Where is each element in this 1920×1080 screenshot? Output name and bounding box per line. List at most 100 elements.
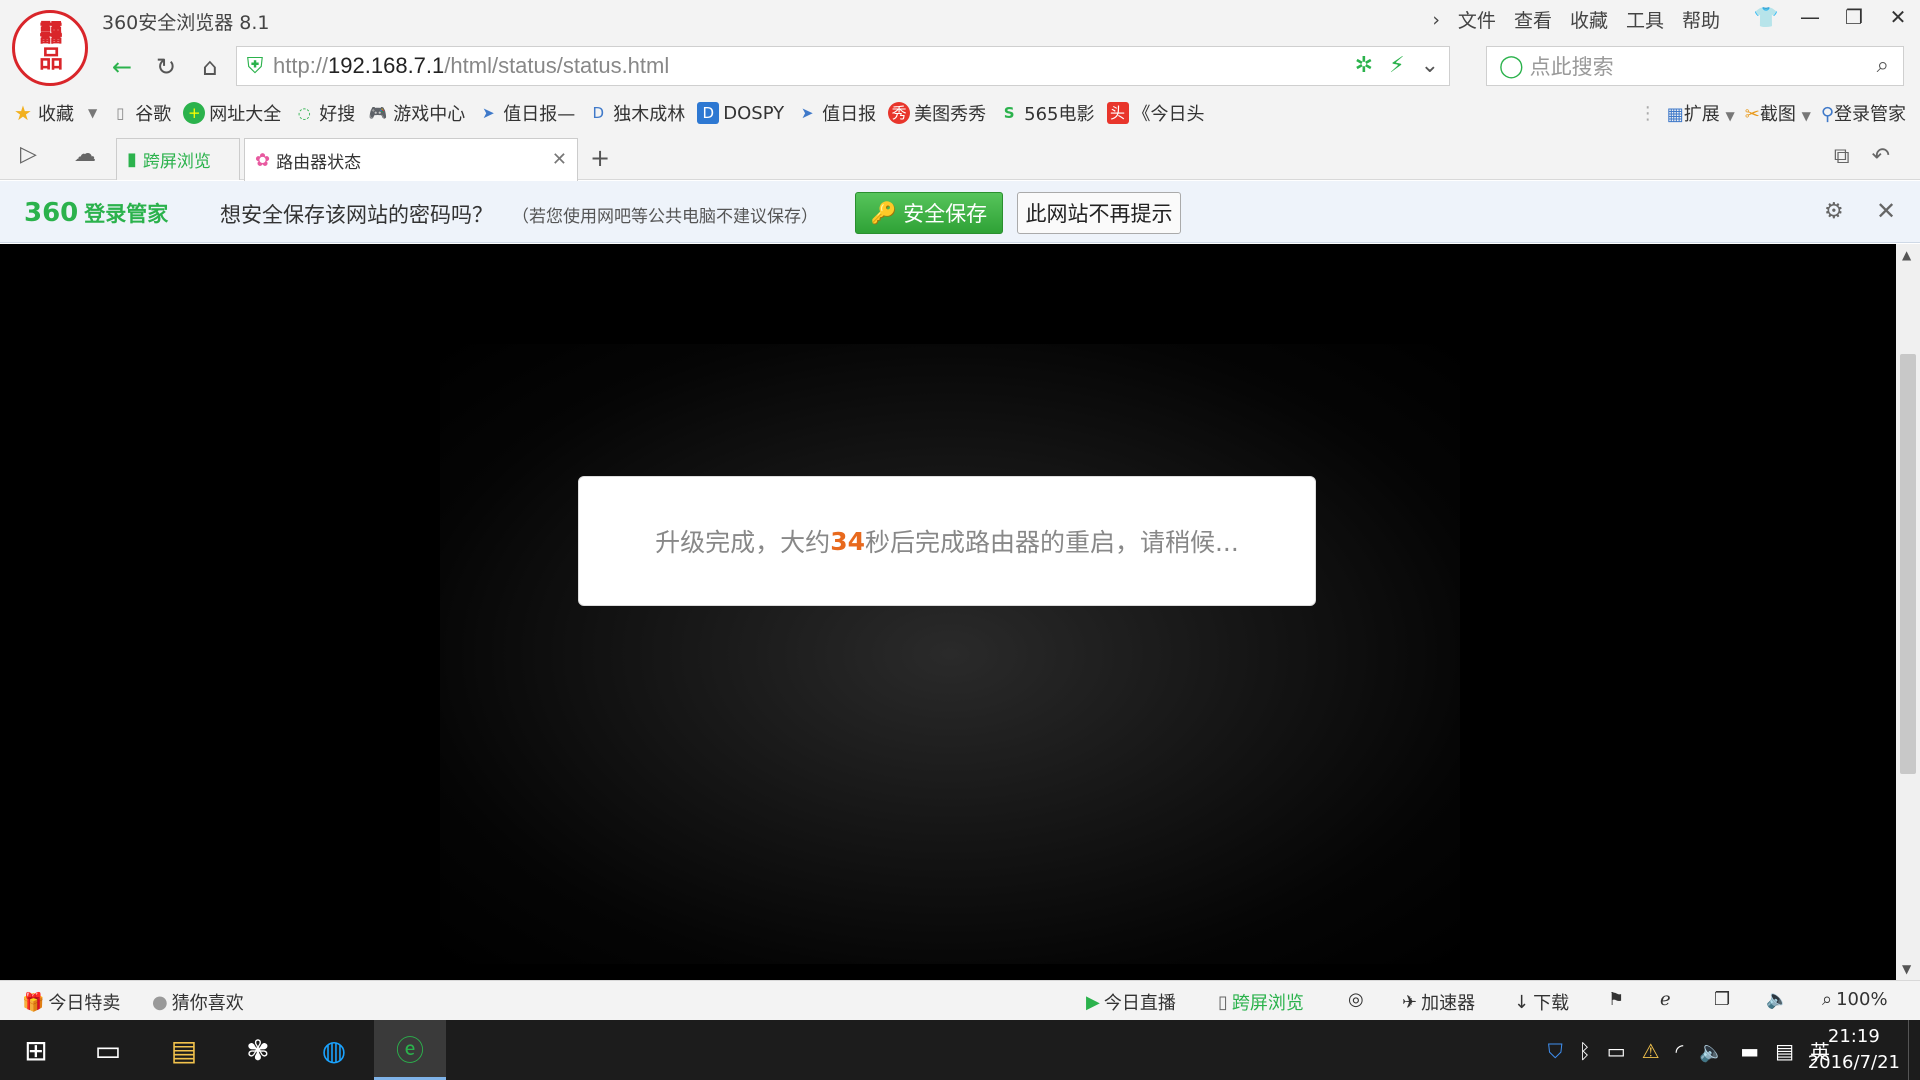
sidebar-toggle-icon[interactable]: ▷ xyxy=(20,142,37,167)
extensions-button[interactable]: ▦扩展 ▼ xyxy=(1667,100,1735,126)
zoom-control[interactable]: ⌕100% xyxy=(1822,989,1888,1010)
today-deals-button[interactable]: 🎁今日特卖 xyxy=(22,989,120,1015)
search-input[interactable]: ◯ 点此搜索 ⌕ xyxy=(1486,46,1904,86)
lightning-icon[interactable]: ⚡ xyxy=(1389,53,1404,78)
battery-icon[interactable]: ▭ xyxy=(1607,1039,1626,1063)
search-icon[interactable]: ⌕ xyxy=(1877,53,1889,78)
bookmark-565[interactable]: S565电影 xyxy=(998,100,1094,126)
close-window-button[interactable]: ✕ xyxy=(1876,0,1920,34)
accelerate-icon[interactable]: ◎ xyxy=(1348,989,1364,1010)
minimize-button[interactable]: — xyxy=(1788,0,1832,34)
restore-button[interactable]: ❐ xyxy=(1832,0,1876,34)
accelerator-button[interactable]: ✈加速器 xyxy=(1402,989,1475,1015)
bookmark-zhirib-2[interactable]: ➤值日报 xyxy=(796,100,876,126)
show-desktop-button[interactable] xyxy=(1908,1020,1914,1080)
background-glow xyxy=(440,344,1460,964)
undo-close-icon[interactable]: ↶ xyxy=(1872,144,1890,169)
login-manager-button[interactable]: ⚲登录管家 xyxy=(1821,100,1906,126)
meitu-icon: 秀 xyxy=(888,102,910,124)
wifi-icon[interactable]: ◜ xyxy=(1676,1039,1684,1063)
tab-router-status[interactable]: ✿ 路由器状态 ✕ xyxy=(244,138,578,181)
flag-icon[interactable]: ⚑ xyxy=(1608,989,1624,1010)
recommend-button[interactable]: ●猜你喜欢 xyxy=(152,989,244,1015)
screenshot-button[interactable]: ✂截图 ▼ xyxy=(1745,100,1811,126)
bookmark-hao360[interactable]: +网址大全 xyxy=(183,100,281,126)
safe-save-button[interactable]: 🔑安全保存 xyxy=(855,192,1003,234)
window-icon[interactable]: ❐ xyxy=(1714,989,1730,1010)
close-tab-icon[interactable]: ✕ xyxy=(552,149,567,170)
bookmark-games[interactable]: 🎮游戏中心 xyxy=(367,100,465,126)
back-arrow-icon[interactable]: ← xyxy=(104,50,140,84)
never-prompt-button[interactable]: 此网站不再提示 xyxy=(1017,192,1181,234)
speed-mode-icon[interactable]: ✲ xyxy=(1355,53,1373,78)
download-icon: ↓ xyxy=(1514,992,1529,1013)
search-placeholder: 点此搜索 xyxy=(1530,51,1614,81)
scroll-thumb[interactable] xyxy=(1900,354,1916,774)
grid-icon: ▦ xyxy=(1667,104,1684,125)
bookmark-favorites[interactable]: ★收藏▼ xyxy=(12,100,97,126)
gamepad-icon: 🎮 xyxy=(367,102,389,124)
rocket-icon: ✈ xyxy=(1402,992,1417,1013)
plus-circle-icon: + xyxy=(183,102,205,124)
home-icon[interactable]: ⌂ xyxy=(192,50,228,84)
windows-start-icon[interactable]: ⊞ xyxy=(0,1020,72,1080)
cloud-icon[interactable]: ☁ xyxy=(74,142,96,167)
tab-cross-screen[interactable]: ▮ 跨屏浏览 xyxy=(116,138,240,180)
vertical-scrollbar[interactable]: ▲ ▼ xyxy=(1896,244,1920,980)
menu-file[interactable]: 文件 xyxy=(1458,6,1496,33)
gear-icon[interactable]: ⚙ xyxy=(1824,199,1844,224)
toutiao-icon: 头 xyxy=(1107,102,1129,124)
os-taskbar: ⊞ ▭ ▤ ✾ ◍ ⓔ ⛉ ᛒ ▭ ⚠ ◜ 🔈 ▬ ▤ 英 21:19 2016… xyxy=(0,1020,1920,1080)
url-input[interactable]: ⛨ http://192.168.7.1/html/status/status.… xyxy=(236,46,1450,86)
browser-logo[interactable]: 䨻品 xyxy=(12,10,88,86)
bookmark-zhirib-1[interactable]: ➤值日报— xyxy=(477,100,575,126)
notification-icon[interactable]: ▤ xyxy=(1775,1039,1794,1063)
file-explorer-icon[interactable]: ▤ xyxy=(148,1020,220,1080)
qq-browser-icon[interactable]: ◍ xyxy=(298,1020,370,1080)
password-question: 想安全保存该网站的密码吗？ xyxy=(220,199,493,229)
download-button[interactable]: ↓下载 xyxy=(1514,989,1569,1015)
new-tab-icon[interactable]: + xyxy=(590,144,610,172)
menu-view[interactable]: 查看 xyxy=(1514,6,1552,33)
monitor-icon[interactable]: ▬ xyxy=(1740,1039,1759,1063)
chevron-down-icon[interactable]: ▼ xyxy=(88,106,97,120)
menu-tools[interactable]: 工具 xyxy=(1626,6,1664,33)
scroll-up-icon[interactable]: ▲ xyxy=(1902,248,1911,262)
bookmark-dumu[interactable]: D独木成林 xyxy=(587,100,685,126)
ie-icon[interactable]: ℯ xyxy=(1660,989,1671,1010)
clock[interactable]: 21:19 2016/7/21 xyxy=(1808,1024,1900,1076)
clock-date: 2016/7/21 xyxy=(1808,1050,1900,1076)
restore-tabs-icon[interactable]: ⧉ xyxy=(1834,144,1850,169)
bookmark-toutiao[interactable]: 头《今日头 xyxy=(1107,100,1205,126)
task-view-icon[interactable]: ▭ xyxy=(72,1020,144,1080)
seal-logo-icon: 䨻品 xyxy=(22,20,78,76)
speaker-icon[interactable]: 🔈 xyxy=(1699,1039,1724,1063)
menu-help[interactable]: 帮助 xyxy=(1682,6,1720,33)
phone-icon: ▮ xyxy=(127,149,137,170)
app-fan-icon[interactable]: ✾ xyxy=(222,1020,294,1080)
chevron-down-icon: ▼ xyxy=(1726,109,1735,123)
key-search-icon: ⚲ xyxy=(1821,104,1834,125)
dropdown-icon[interactable]: ⌄ xyxy=(1421,53,1439,78)
page-content: 升级完成，大约34秒后完成路由器的重启，请稍候... xyxy=(0,244,1896,980)
warning-icon[interactable]: ⚠ xyxy=(1642,1039,1660,1063)
live-today-button[interactable]: ▶今日直播 xyxy=(1086,989,1176,1015)
bookmark-meitu[interactable]: 秀美图秀秀 xyxy=(888,100,986,126)
scissors-icon: ✂ xyxy=(1745,104,1760,125)
cross-screen-button[interactable]: ▯跨屏浏览 xyxy=(1218,989,1304,1015)
close-icon[interactable]: ✕ xyxy=(1876,197,1896,225)
clock-time: 21:19 xyxy=(1808,1024,1900,1050)
360-browser-taskbar-icon[interactable]: ⓔ xyxy=(374,1020,446,1080)
bluetooth-icon[interactable]: ᛒ xyxy=(1579,1039,1591,1063)
menu-favorites[interactable]: 收藏 xyxy=(1570,6,1608,33)
chevron-right-icon[interactable]: › xyxy=(1432,9,1440,31)
bookmark-google[interactable]: ▯谷歌 xyxy=(109,100,171,126)
dot-icon: ● xyxy=(152,992,168,1013)
scroll-down-icon[interactable]: ▼ xyxy=(1902,962,1911,976)
refresh-icon[interactable]: ↻ xyxy=(148,50,184,84)
skin-icon[interactable]: 👕 xyxy=(1744,0,1788,34)
shield-tray-icon[interactable]: ⛉ xyxy=(1548,1039,1563,1063)
bookmark-haosou[interactable]: ◌好搜 xyxy=(293,100,355,126)
volume-icon[interactable]: 🔈 xyxy=(1766,989,1788,1010)
bookmark-dospy[interactable]: DDOSPY xyxy=(697,102,784,124)
